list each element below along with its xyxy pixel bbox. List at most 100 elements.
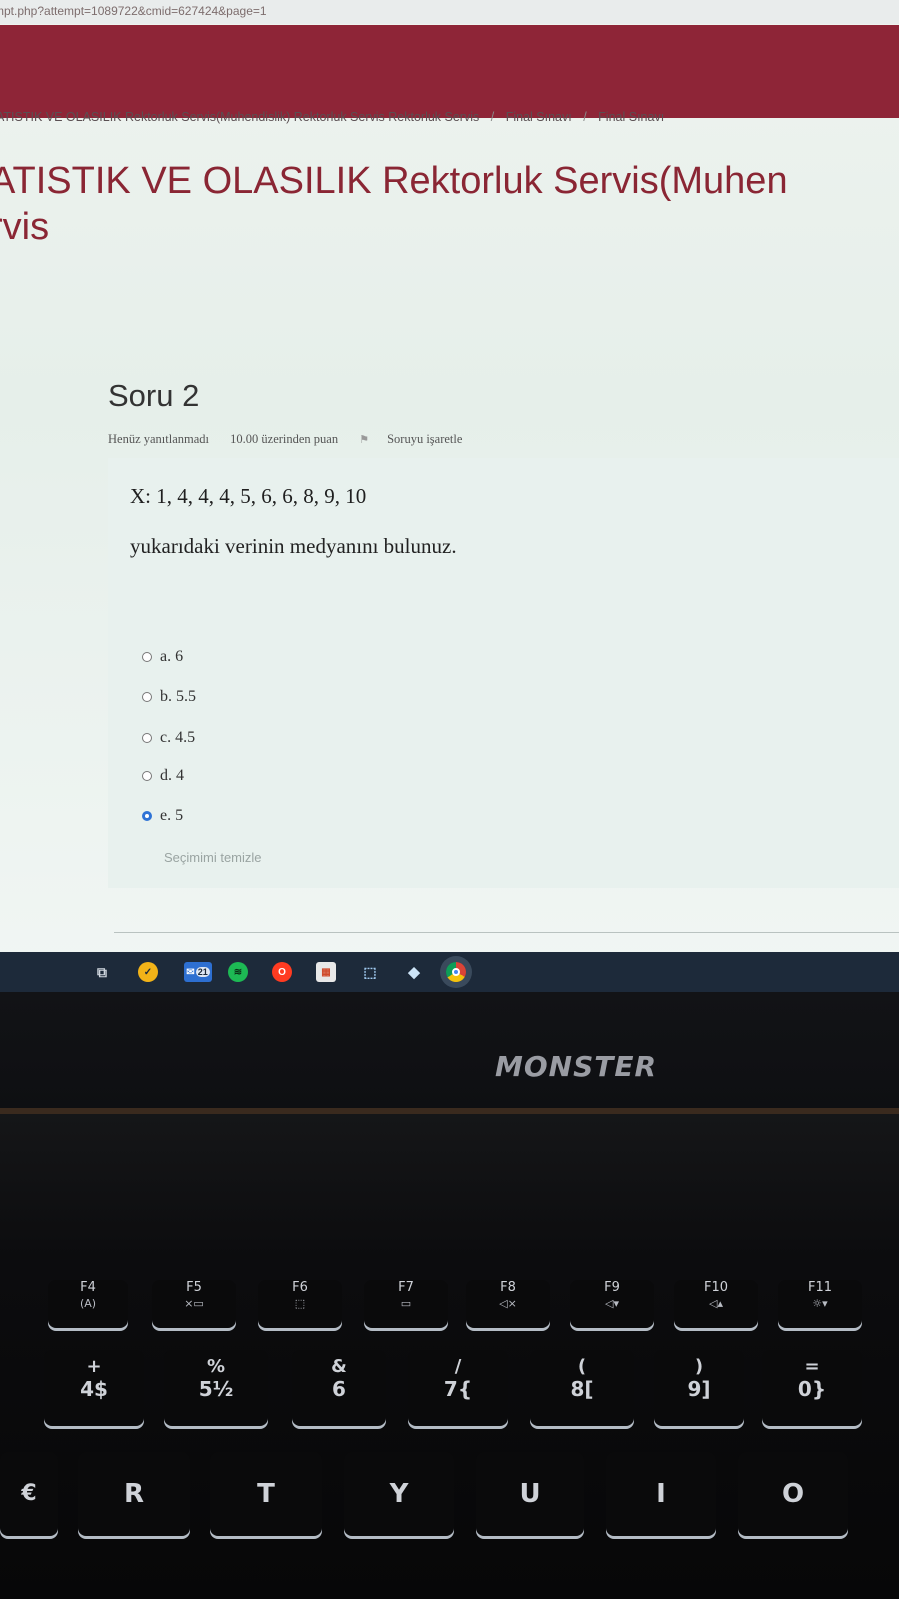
breadcrumb-separator: / <box>583 110 587 124</box>
key-6-top: & <box>331 1356 347 1377</box>
answer-option-d[interactable]: d. 4 <box>142 767 184 785</box>
key-8[interactable]: (8[ <box>530 1350 634 1426</box>
radio-a[interactable] <box>142 652 152 662</box>
key-f4-label: F4 <box>80 1280 96 1295</box>
laptop-bezel <box>0 992 899 1110</box>
cube-icon[interactable]: ◆ <box>404 962 424 982</box>
radio-d[interactable] <box>142 771 152 781</box>
answer-option-c[interactable]: c. 4.5 <box>142 729 195 747</box>
question-points: 10.00 üzerinden puan <box>230 432 339 446</box>
breadcrumb-separator: / <box>490 110 495 124</box>
key-f8-label: F8 <box>500 1280 516 1295</box>
key-e[interactable]: € <box>0 1452 58 1536</box>
key-f9[interactable]: F9 ◁▾ <box>570 1280 654 1328</box>
breadcrumb-final-exam-current[interactable]: Final Sınavı <box>598 110 664 124</box>
page-title-line2: rvis <box>0 206 50 248</box>
question-number: Soru 2 <box>108 378 200 413</box>
brand-logo: MONSTER <box>495 1050 658 1083</box>
key-f8-sub: ◁× <box>499 1297 517 1310</box>
clear-choice-link[interactable]: Seçimimi temizle <box>164 850 262 865</box>
url-text: mpt.php?attempt=1089722&cmid=627424&page… <box>0 4 267 18</box>
key-9[interactable]: ) 9] <box>654 1350 744 1426</box>
key-f5-label: F5 <box>186 1280 202 1295</box>
screen: mpt.php?attempt=1089722&cmid=627424&page… <box>0 0 899 1005</box>
key-f6[interactable]: F6 ⬚ <box>258 1280 342 1328</box>
key-f7-sub: ▭ <box>400 1297 412 1310</box>
radio-e[interactable] <box>142 811 152 821</box>
opera-icon[interactable]: O <box>272 962 292 982</box>
key-0-top: = <box>804 1356 820 1377</box>
key-t[interactable]: T <box>210 1452 322 1536</box>
flag-question-button[interactable]: ⚑ Soruyu işaretle <box>359 432 480 446</box>
taskbar: ⧉ ✓ ✉ 21 ≋ O ▦ ⬚ ◆ <box>0 952 899 992</box>
task-view-icon[interactable]: ⧉ <box>92 962 112 982</box>
answer-option-b[interactable]: b. 5.5 <box>142 688 196 706</box>
answer-option-e[interactable]: e. 5 <box>142 807 183 825</box>
key-f11-sub: ☼▾ <box>812 1297 828 1310</box>
answer-option-c-label: c. 4.5 <box>160 729 196 746</box>
key-8-main: 8[ <box>570 1377 594 1401</box>
key-f9-label: F9 <box>604 1280 620 1295</box>
key-f5-sub: ×▭ <box>184 1297 204 1310</box>
network-icon[interactable]: ⬚ <box>360 962 380 982</box>
question-text-prompt: yukarıdaki verinin medyanını bulunuz. <box>130 534 457 558</box>
key-6-main: 6 <box>332 1377 346 1401</box>
key-4-top: + <box>86 1356 102 1377</box>
answer-option-a[interactable]: a. 6 <box>142 648 183 666</box>
answer-option-b-label: b. 5.5 <box>160 688 196 705</box>
key-i[interactable]: I <box>606 1452 716 1536</box>
mail-badge: 21 <box>195 967 210 977</box>
key-9-main: 9] <box>687 1377 711 1401</box>
key-0[interactable]: = 0} <box>762 1350 862 1426</box>
key-u[interactable]: U <box>476 1452 584 1536</box>
radio-b[interactable] <box>142 692 152 702</box>
key-f10-sub: ◁▴ <box>709 1297 723 1310</box>
flag-question-label: Soruyu işaretle <box>387 432 463 446</box>
breadcrumb-final-exam[interactable]: Final Sınavı <box>506 110 572 124</box>
key-f9-sub: ◁▾ <box>605 1297 619 1310</box>
page-title-line1: ATISTIK VE OLASILIK Rektorluk Servis(Muh… <box>0 160 788 202</box>
key-7[interactable]: /7{ <box>408 1350 508 1426</box>
store-icon[interactable]: ▦ <box>316 962 336 982</box>
key-f11-label: F11 <box>807 1280 833 1295</box>
key-f4-sub: (A) <box>79 1297 97 1310</box>
key-5-top: % <box>206 1356 226 1377</box>
key-f10[interactable]: F10 ◁▴ <box>674 1280 758 1328</box>
key-f6-sub: ⬚ <box>294 1297 306 1310</box>
key-o[interactable]: O <box>738 1452 848 1536</box>
key-4[interactable]: +4$ <box>44 1350 144 1426</box>
site-header-bar <box>0 25 899 118</box>
key-5-main: 5½ <box>198 1377 234 1401</box>
url-bar[interactable]: mpt.php?attempt=1089722&cmid=627424&page… <box>0 0 899 24</box>
divider <box>114 932 899 933</box>
spotify-icon[interactable]: ≋ <box>228 962 248 982</box>
breadcrumb: ATISTIK VE OLASILIK Rektorluk Servis(Muh… <box>0 110 664 124</box>
key-6[interactable]: & 6 <box>292 1350 386 1426</box>
key-5[interactable]: % 5½ <box>164 1350 268 1426</box>
key-4-main: 4$ <box>80 1377 108 1401</box>
answer-option-e-label: e. 5 <box>160 807 184 824</box>
key-y[interactable]: Y <box>344 1452 454 1536</box>
key-f11[interactable]: F11 ☼▾ <box>778 1280 862 1328</box>
page-title: ATISTIK VE OLASILIK Rektorluk Servis(Muh… <box>0 158 788 250</box>
key-f4[interactable]: F4 (A) <box>48 1280 128 1328</box>
answer-option-d-label: d. 4 <box>160 767 184 784</box>
key-8-top: ( <box>577 1356 587 1377</box>
key-f5[interactable]: F5 ×▭ <box>152 1280 236 1328</box>
chrome-icon[interactable] <box>446 962 466 982</box>
answer-option-a-label: a. 6 <box>160 648 184 665</box>
key-r[interactable]: R <box>78 1452 190 1536</box>
question-status: Henüz yanıtlanmadı <box>108 432 210 446</box>
radio-c[interactable] <box>142 733 152 743</box>
key-f7[interactable]: F7 ▭ <box>364 1280 448 1328</box>
key-7-main: 7{ <box>443 1377 473 1401</box>
key-f8[interactable]: F8 ◁× <box>466 1280 550 1328</box>
breadcrumb-course[interactable]: ATISTIK VE OLASILIK Rektorluk Servis(Muh… <box>0 110 479 124</box>
mail-icon[interactable]: ✉ 21 <box>184 962 212 982</box>
question-info: Henüz yanıtlanmadı 10.00 üzerinden puan … <box>108 432 498 447</box>
question-text-data: X: 1, 4, 4, 4, 5, 6, 6, 8, 9, 10 <box>130 484 367 508</box>
key-f7-label: F7 <box>398 1280 414 1295</box>
norton-icon[interactable]: ✓ <box>138 962 158 982</box>
key-0-main: 0} <box>797 1377 827 1401</box>
question-content: X: 1, 4, 4, 4, 5, 6, 6, 8, 9, 10 yukarıd… <box>108 458 899 888</box>
